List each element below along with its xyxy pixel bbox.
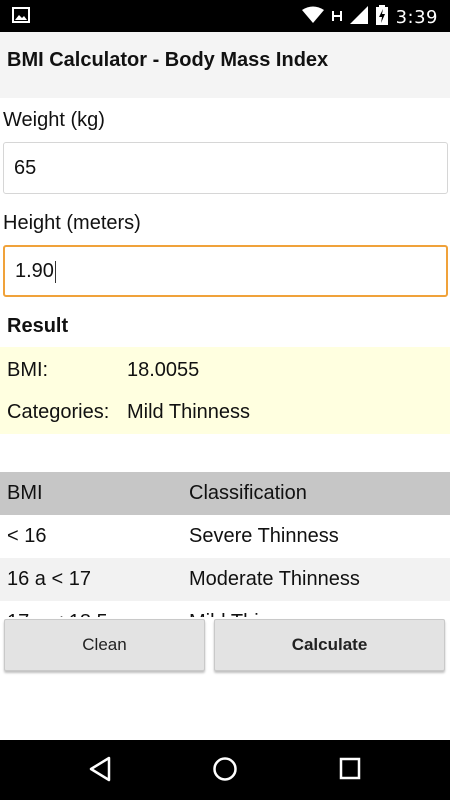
table-cell-classification: Moderate Thinness — [189, 568, 360, 590]
battery-charging-icon — [375, 5, 388, 30]
weight-input[interactable]: 65 — [3, 142, 448, 194]
bmi-value: 18.0055 — [127, 359, 200, 381]
table-cell-bmi: < 16 — [7, 525, 47, 547]
recents-icon[interactable] — [338, 756, 362, 787]
image-notification-icon — [12, 7, 30, 28]
table-header: BMI Classification — [0, 472, 450, 515]
back-icon[interactable] — [88, 756, 112, 787]
table-header-classification: Classification — [189, 482, 307, 504]
home-icon[interactable] — [212, 756, 238, 787]
navigation-bar — [0, 740, 450, 800]
result-title: Result — [7, 315, 69, 337]
height-label: Height (meters) — [3, 212, 141, 234]
bmi-label: BMI: — [7, 359, 49, 381]
result-panel: BMI: 18.0055 Categories: Mild Thinness — [0, 347, 450, 434]
height-input-value: 1.90 — [15, 260, 54, 282]
weight-input-value: 65 — [14, 157, 37, 179]
table-row: < 16 Severe Thinness — [0, 515, 450, 558]
category-value: Mild Thinness — [127, 401, 251, 423]
height-input[interactable]: 1.90 — [3, 245, 448, 297]
wifi-icon — [301, 6, 324, 29]
signal-icon — [349, 6, 368, 29]
table-cell-bmi: 16 a < 17 — [7, 568, 91, 590]
table-header-bmi: BMI — [7, 482, 43, 504]
network-h-icon — [331, 9, 342, 27]
action-bar: BMI Calculator - Body Mass Index — [0, 32, 450, 98]
table-cell-classification: Severe Thinness — [189, 525, 339, 547]
status-bar: 3:39 — [0, 0, 450, 32]
category-label: Categories: — [7, 401, 110, 423]
app-title: BMI Calculator - Body Mass Index — [7, 49, 329, 71]
clean-button[interactable]: Clean — [4, 619, 205, 671]
text-cursor — [54, 260, 56, 283]
calculate-button[interactable]: Calculate — [214, 619, 445, 671]
weight-label: Weight (kg) — [3, 109, 105, 131]
status-time: 3:39 — [395, 7, 438, 28]
table-row: 16 a < 17 Moderate Thinness — [0, 558, 450, 601]
